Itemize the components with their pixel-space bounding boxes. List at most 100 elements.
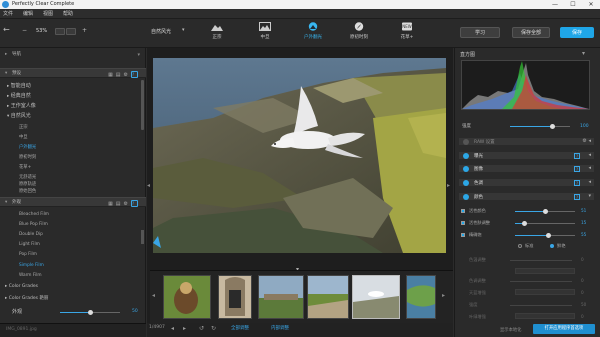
list-item[interactable]: Blue Pop Film (19, 222, 48, 227)
save-button[interactable]: 保存 (560, 27, 594, 38)
histogram-menu-icon[interactable]: ▾ (582, 50, 585, 57)
learn-button[interactable]: 学习 (460, 27, 500, 38)
nav-header[interactable]: ▸ 导航 ▾ (0, 50, 146, 60)
chevron-left-icon[interactable]: ◂ (588, 165, 591, 171)
preset-tile-4[interactable]: NEW 花草+ (390, 22, 424, 46)
list-item-selected[interactable]: Simple Film (19, 263, 44, 268)
checkbox[interactable] (461, 221, 465, 225)
section-tone[interactable]: 色调 ? ◂ (458, 178, 595, 187)
main-photo[interactable] (153, 58, 446, 253)
list-item[interactable]: Light Film (19, 242, 40, 247)
help-icon[interactable]: ? (131, 200, 138, 207)
toggle-dot[interactable] (463, 153, 469, 159)
thumbnail[interactable] (307, 275, 349, 319)
scrollbar[interactable] (141, 230, 144, 244)
list-item[interactable]: 原初时刻 (19, 154, 36, 160)
saturation-slider[interactable] (515, 233, 575, 238)
slider-knob[interactable] (521, 221, 527, 226)
section-color[interactable]: 颜色 ? ▾ (458, 192, 595, 201)
toggle-dot[interactable] (463, 194, 469, 200)
list-item[interactable]: 花草+ (19, 164, 31, 170)
filmstrip-prev-icon[interactable]: ◂ (152, 292, 155, 299)
filmstrip-next-icon[interactable]: ▸ (442, 292, 445, 299)
preset-group-3[interactable]: ▾ 自然风光 (7, 112, 31, 119)
menu-edit[interactable]: 编辑 (23, 10, 33, 17)
slider-knob[interactable] (87, 310, 93, 315)
menu-help[interactable]: 帮助 (63, 10, 73, 17)
slider-knob[interactable] (549, 124, 555, 129)
split-view-icon[interactable] (66, 28, 76, 35)
help-icon[interactable]: ? (574, 153, 580, 159)
skin-slider[interactable] (515, 221, 575, 226)
looks-header[interactable]: ▾ 外观 ▦▤⚙? (0, 197, 146, 207)
apply-current-button[interactable]: 内部调整 (271, 325, 289, 331)
preset-tile-1[interactable]: 中旦 (248, 22, 282, 46)
close-icon[interactable]: ✕ (582, 0, 600, 9)
checkbox[interactable] (461, 233, 465, 237)
next-image-icon[interactable]: ▸ (183, 325, 186, 332)
looks-header-icons[interactable]: ▦▤⚙? (108, 199, 138, 209)
scrollbar[interactable] (141, 80, 144, 130)
intensity-slider[interactable] (510, 124, 570, 129)
thumbnail[interactable] (163, 275, 211, 319)
zoom-out-icon[interactable]: − (22, 27, 27, 34)
toggle-dot[interactable] (463, 180, 469, 186)
list-item[interactable]: Pop Film (19, 252, 37, 257)
minimize-icon[interactable]: — (546, 0, 564, 9)
toggle-dot[interactable] (463, 166, 469, 172)
rotate-left-icon[interactable]: ↺ (199, 325, 204, 332)
menu-file[interactable]: 文件 (3, 10, 13, 17)
preset-tile-0[interactable]: 正宗 (200, 22, 234, 46)
list-item[interactable]: 原原轨迹 (19, 181, 36, 187)
help-icon[interactable]: ? (131, 71, 138, 78)
chevron-left-icon[interactable]: ◂ (588, 179, 591, 185)
fit-view-icon[interactable] (55, 28, 65, 35)
preset-group-1[interactable]: ▸ 经典自然 (7, 92, 31, 99)
list-item[interactable]: 原始回色 (19, 188, 36, 194)
preset-group-0[interactable]: ▸ 智能自动 (7, 82, 31, 89)
collapse-left-icon[interactable]: ◂ (147, 182, 150, 189)
list-item[interactable]: 中旦 (19, 134, 28, 140)
thumbnail[interactable] (406, 275, 436, 319)
undo-icon[interactable]: ← (3, 25, 10, 34)
prev-image-icon[interactable]: ◂ (171, 325, 174, 332)
apply-all-button[interactable]: 全部调整 (231, 325, 249, 331)
section-exposure[interactable]: 曝光 ? ◂ (458, 151, 595, 160)
color-group-0[interactable]: ▸ Color Grades (5, 284, 38, 289)
collapse-right-icon[interactable]: ▸ (447, 182, 450, 189)
help-icon[interactable]: ? (574, 194, 580, 200)
list-item[interactable]: Bleached Film (19, 212, 49, 217)
rotate-right-icon[interactable]: ↻ (211, 325, 216, 332)
checkbox[interactable] (461, 209, 465, 213)
preset-group-2[interactable]: ▸ 王作室人像 (7, 102, 36, 109)
list-item[interactable]: Warm Film (19, 273, 42, 278)
thumbnail[interactable] (218, 275, 252, 319)
maximize-icon[interactable]: ☐ (564, 0, 582, 9)
help-icon[interactable]: ? (574, 180, 580, 186)
preset-tile-2[interactable]: 户外翻光 (296, 22, 330, 46)
collapse-icon[interactable]: ▾ (137, 50, 140, 60)
preset-dropdown[interactable]: 自然风光 (151, 28, 171, 35)
chevron-left-icon[interactable]: ◂ (588, 152, 591, 158)
thumbnail-selected[interactable] (352, 275, 400, 319)
list-item[interactable]: 无舒适光 (19, 174, 36, 180)
list-item[interactable]: Double Dip (19, 232, 43, 237)
section-image[interactable]: 图像 ? ◂ (458, 164, 595, 173)
strength-slider[interactable] (60, 310, 120, 315)
section-raw[interactable]: RAW 设置 ⚙ ◂ (458, 137, 595, 146)
zoom-in-icon[interactable]: + (82, 27, 87, 34)
preset-tile-3[interactable]: 原初时刻 (342, 22, 376, 46)
radio-standard[interactable] (518, 244, 522, 248)
save-all-button[interactable]: 保存全部 (512, 27, 550, 38)
radio-vivid[interactable] (550, 244, 554, 248)
chevron-down-icon[interactable]: ▾ (588, 193, 591, 199)
slider-knob[interactable] (545, 233, 551, 238)
presets-header-icons[interactable]: ▦▤⚙? (108, 70, 138, 80)
menu-view[interactable]: 视图 (43, 10, 53, 17)
help-icon[interactable]: ? (574, 166, 580, 172)
list-item-selected[interactable]: 户外翻光 (19, 144, 36, 150)
section-tools-icons[interactable]: ⚙ ◂ (582, 138, 591, 144)
list-item[interactable]: 正宗 (19, 124, 28, 130)
presets-header[interactable]: ▾ 预设 ▦▤⚙? (0, 68, 146, 78)
thumbnail[interactable] (258, 275, 304, 319)
